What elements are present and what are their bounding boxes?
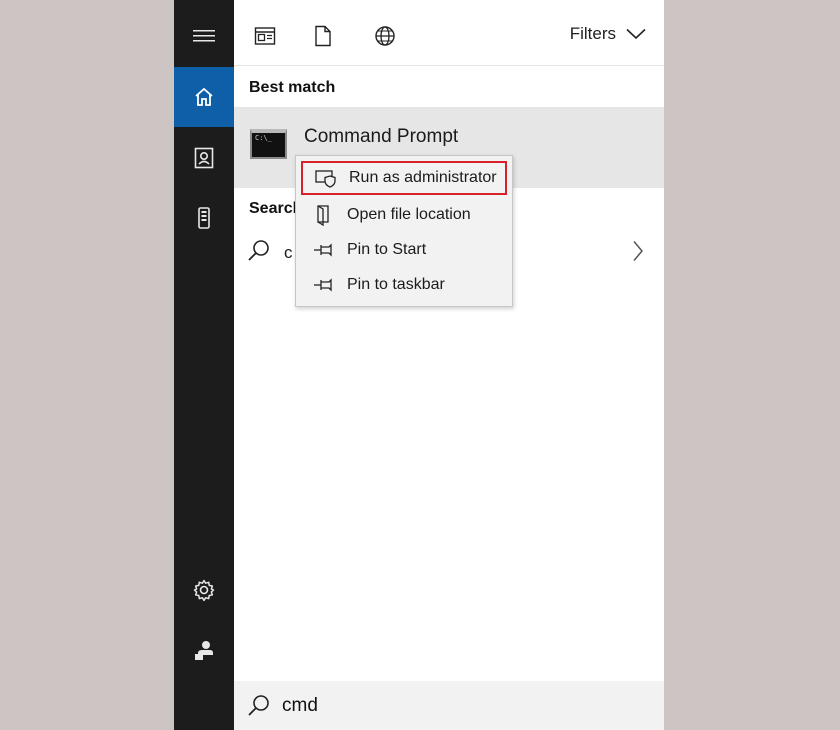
document-icon (315, 25, 331, 47)
web-search-query: c (284, 243, 293, 262)
user-account-button[interactable] (174, 620, 234, 680)
documents-tab[interactable] (309, 22, 337, 50)
menu-item-label: Run as administrator (349, 169, 497, 186)
hamburger-menu-button[interactable] (174, 6, 234, 66)
context-menu: Run as administrator Open file location … (295, 155, 513, 307)
pin-to-start-menu-item[interactable]: Pin to Start (301, 233, 507, 267)
chevron-down-icon (626, 28, 646, 40)
search-scope-tabs: Filters (234, 0, 664, 66)
open-file-location-menu-item[interactable]: Open file location (301, 198, 507, 232)
best-match-heading: Best match (249, 79, 336, 96)
web-tab[interactable] (371, 22, 399, 50)
documents-button[interactable] (174, 128, 234, 188)
folder-icon (301, 198, 347, 232)
apps-tab[interactable] (251, 22, 279, 50)
search-box (234, 681, 664, 730)
search-icon (248, 240, 269, 261)
menu-item-label: Pin to Start (347, 241, 427, 258)
pin-icon (301, 268, 347, 302)
filters-label: Filters (569, 24, 616, 43)
globe-icon (375, 26, 395, 46)
apps-icon (254, 27, 276, 45)
home-button[interactable] (174, 67, 234, 127)
pin-to-taskbar-menu-item[interactable]: Pin to taskbar (301, 268, 507, 302)
run-as-administrator-menu-item[interactable]: Run as administrator (301, 161, 507, 195)
menu-item-label: Pin to taskbar (347, 276, 445, 293)
search-input[interactable] (282, 691, 642, 721)
settings-button[interactable] (174, 560, 234, 620)
menu-item-label: Open file location (347, 206, 471, 223)
filters-dropdown[interactable]: Filters (570, 24, 646, 44)
home-icon (195, 87, 213, 106)
search-results-panel: Filters Best match C:\_ Command Prompt S… (234, 0, 664, 730)
user-account-icon (195, 641, 213, 660)
command-prompt-icon-text: C:\_ (255, 134, 272, 142)
chevron-right-icon (633, 241, 643, 261)
hamburger-icon (193, 30, 215, 42)
pin-icon (301, 233, 347, 267)
device-button[interactable] (174, 188, 234, 248)
command-prompt-icon: C:\_ (250, 129, 287, 159)
document-viewer-icon (194, 147, 214, 169)
search-icon (248, 695, 269, 716)
device-icon (198, 207, 210, 229)
gear-icon (193, 579, 215, 602)
command-prompt-label: Command Prompt (304, 126, 459, 147)
start-rail (174, 0, 234, 730)
shield-icon (303, 161, 349, 195)
